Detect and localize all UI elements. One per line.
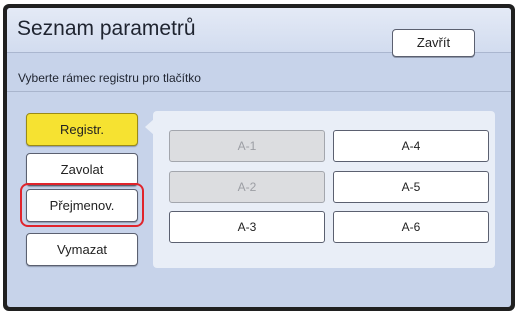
rename-highlight-ring bbox=[20, 183, 144, 227]
slot-a6[interactable]: A-6 bbox=[333, 211, 489, 243]
close-button[interactable]: Zavřít bbox=[392, 29, 475, 57]
page-title: Seznam parametrů bbox=[17, 17, 196, 40]
recall-button[interactable]: Zavolat bbox=[26, 153, 138, 186]
slot-a3[interactable]: A-3 bbox=[169, 211, 325, 243]
divider bbox=[7, 91, 511, 92]
delete-button[interactable]: Vymazat bbox=[26, 233, 138, 266]
slot-a2[interactable]: A-2 bbox=[169, 171, 325, 203]
instruction-text: Vyberte rámec registru pro tlačítko bbox=[18, 71, 201, 85]
register-button[interactable]: Registr. bbox=[26, 113, 138, 146]
slot-a4[interactable]: A-4 bbox=[333, 130, 489, 162]
slot-a1[interactable]: A-1 bbox=[169, 130, 325, 162]
device-screen: Seznam parametrů Zavřít Vyberte rámec re… bbox=[3, 4, 515, 311]
slot-a5[interactable]: A-5 bbox=[333, 171, 489, 203]
parameter-list-panel: Seznam parametrů Zavřít Vyberte rámec re… bbox=[7, 8, 511, 307]
